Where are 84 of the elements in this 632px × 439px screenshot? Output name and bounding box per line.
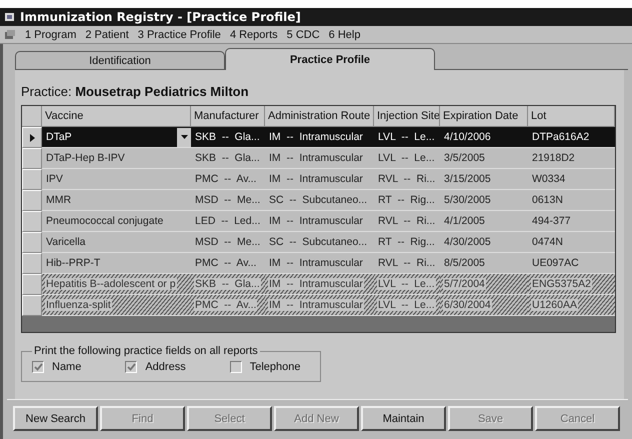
menu-item[interactable]: 2 Patient bbox=[85, 28, 129, 40]
table-cell: 5/7/2004 bbox=[443, 278, 486, 290]
table-cell: 0474N bbox=[531, 236, 564, 248]
table-cell: IM -- Intramuscular bbox=[268, 257, 364, 269]
table-cell: MMR bbox=[45, 194, 72, 206]
current-row-icon bbox=[30, 134, 34, 142]
table-cell: Pneumococcal conjugate bbox=[45, 215, 164, 227]
table-cell: LVL -- Le... bbox=[377, 131, 436, 143]
group-legend: Print the following practice fields on all reports bbox=[32, 345, 260, 357]
table-cell: IM -- Intramuscular bbox=[268, 278, 364, 290]
checkbox-label: Telephone bbox=[250, 361, 300, 373]
checkbox-label: Name bbox=[52, 361, 82, 373]
column-header[interactable]: Administration Route bbox=[265, 106, 374, 127]
table-cell: LVL -- Le... bbox=[377, 152, 436, 164]
table-cell: 3/15/2005 bbox=[443, 173, 492, 185]
table-cell: IPV bbox=[45, 173, 64, 185]
practice-name: Practice: Mousetrap Pediatrics Milton bbox=[21, 84, 250, 99]
menu-item[interactable]: 6 Help bbox=[328, 28, 360, 40]
table-cell: Varicella bbox=[45, 236, 86, 248]
table-cell: 5/30/2005 bbox=[443, 194, 492, 206]
column-header[interactable]: Lot bbox=[528, 106, 615, 127]
table-cell: 4/10/2006 bbox=[443, 131, 492, 143]
row-selector[interactable] bbox=[22, 127, 42, 148]
table-cell: LVL -- Le... bbox=[377, 278, 436, 290]
checkbox[interactable] bbox=[32, 361, 44, 373]
table-cell: RVL -- Ri... bbox=[377, 173, 436, 185]
window-menu-icon[interactable] bbox=[4, 28, 16, 40]
table-cell: Influenza-split bbox=[45, 299, 112, 311]
column-header[interactable]: Expiration Date bbox=[440, 106, 528, 127]
table-cell: 6/30/2004 bbox=[443, 299, 492, 311]
window-title-text: Immunization Registry - [Practice Profile] bbox=[20, 10, 301, 24]
tab[interactable]: Practice Profile bbox=[225, 48, 435, 70]
table-cell: 0613N bbox=[531, 194, 564, 206]
table-cell: DTaP bbox=[45, 131, 73, 143]
menu-item[interactable]: 1 Program bbox=[25, 28, 76, 40]
table-cell: 21918D2 bbox=[531, 152, 576, 164]
table-cell: IM -- Intramuscular bbox=[268, 299, 364, 311]
table-cell: IM -- Intramuscular bbox=[268, 215, 364, 227]
table-cell: IM -- Intramuscular bbox=[268, 131, 364, 143]
table-cell: PMC -- Av... bbox=[194, 257, 258, 269]
table-cell: PMC -- Av... bbox=[194, 173, 258, 185]
table-cell: W0334 bbox=[531, 173, 566, 185]
table-cell: RT -- Rig... bbox=[377, 194, 436, 206]
table-cell: LVL -- Le... bbox=[377, 299, 436, 311]
table-cell: IM -- Intramuscular bbox=[268, 173, 364, 185]
menu-item[interactable]: 3 Practice Profile bbox=[138, 28, 221, 40]
column-header[interactable]: Manufacturer bbox=[191, 106, 265, 127]
table-cell: UE097AC bbox=[531, 257, 580, 269]
table-cell: U1260AA bbox=[531, 299, 578, 311]
table-cell: ENG5375A2 bbox=[531, 278, 592, 290]
menu-item[interactable]: 4 Reports bbox=[230, 28, 278, 40]
table-cell: SKB -- Gla... bbox=[194, 152, 261, 164]
table-cell: MSD -- Me... bbox=[194, 194, 262, 206]
checkbox-label: Address bbox=[145, 361, 186, 373]
table-cell: LED -- Led... bbox=[194, 215, 262, 227]
table-cell: RVL -- Ri... bbox=[377, 257, 436, 269]
table-cell: DTaP-Hep B-IPV bbox=[45, 152, 126, 164]
table-cell: RT -- Rig... bbox=[377, 236, 436, 248]
table-cell: 8/5/2005 bbox=[443, 257, 486, 269]
table-cell: Hepatitis B--adolescent or p bbox=[45, 278, 177, 290]
table-cell: RVL -- Ri... bbox=[377, 215, 436, 227]
dropdown-button[interactable] bbox=[177, 128, 191, 146]
checkbox[interactable] bbox=[230, 361, 242, 373]
action-button[interactable]: Maintain bbox=[361, 406, 446, 431]
caret-icon bbox=[180, 135, 188, 139]
table-cell: PMC -- Av... bbox=[194, 299, 258, 311]
table-cell: 494-377 bbox=[531, 215, 572, 227]
table-cell: 4/1/2005 bbox=[443, 215, 486, 227]
table-cell: Hib--PRP-T bbox=[45, 257, 102, 269]
table-cell: 3/5/2005 bbox=[443, 152, 486, 164]
column-header[interactable]: Vaccine bbox=[42, 106, 191, 127]
table-cell: SC -- Subcutaneo... bbox=[268, 236, 368, 248]
checkbox[interactable] bbox=[125, 361, 138, 373]
app-icon bbox=[4, 11, 16, 23]
table-cell: IM -- Intramuscular bbox=[268, 152, 364, 164]
tab[interactable]: Identification bbox=[15, 51, 225, 70]
action-button[interactable]: New Search bbox=[13, 406, 98, 431]
table-cell: DTPa616A2 bbox=[531, 131, 590, 143]
menu-item[interactable]: 5 CDC bbox=[286, 28, 320, 40]
table-cell: SKB -- Gla... bbox=[194, 278, 261, 290]
table-cell: SKB -- Gla... bbox=[194, 131, 261, 143]
table-cell: MSD -- Me... bbox=[194, 236, 262, 248]
table-cell: SC -- Subcutaneo... bbox=[268, 194, 368, 206]
table-cell: 4/30/2005 bbox=[443, 236, 492, 248]
